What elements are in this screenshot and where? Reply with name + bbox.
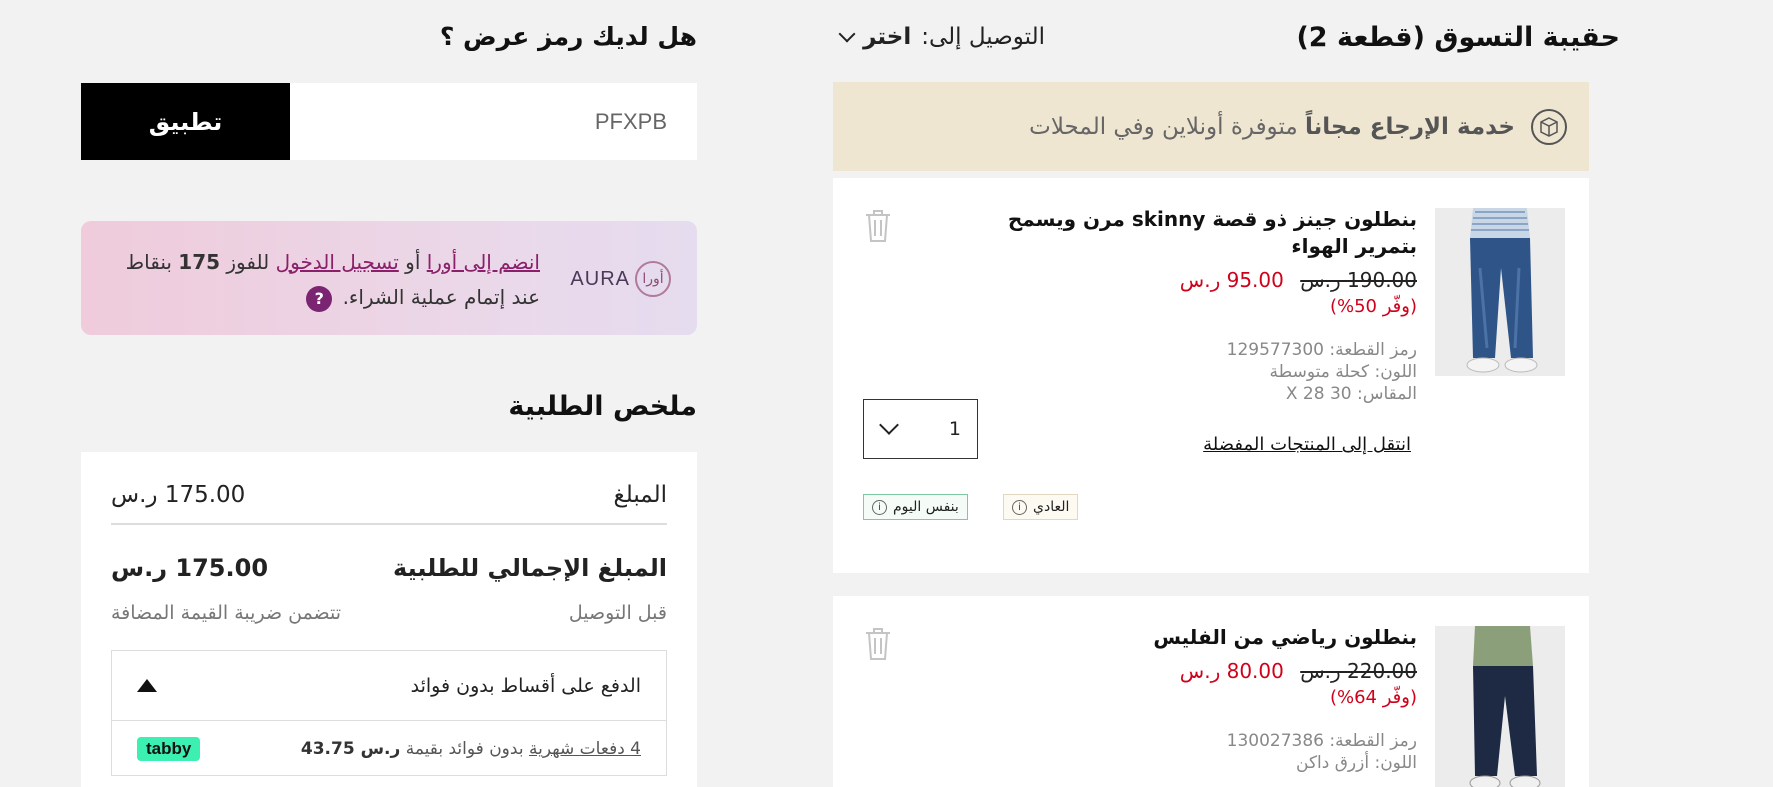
aura-logo: AURA أورا — [570, 261, 671, 297]
product-info: بنطلون جينز ذو قصة skinny مرن ويسمح بتمر… — [997, 206, 1417, 405]
amount-row: المبلغ 175.00 ر.س — [111, 482, 667, 508]
help-icon[interactable]: ? — [306, 285, 333, 312]
product-color: اللون: كحلة متوسطة — [1269, 362, 1417, 382]
aura-text-win: للفوز — [226, 250, 270, 274]
shipping-same-day-badge[interactable]: بنفس اليوم i — [863, 494, 968, 520]
total-label: المبلغ الإجمالي للطلبية — [393, 554, 667, 582]
price-line: 220.00 ر.س 80.00 ر.س — [997, 659, 1417, 683]
vat-note: تتضمن ضريبة القيمة المضافة — [111, 602, 342, 624]
product-meta: رمز القطعة: 129577300 اللون: كحلة متوسطة… — [997, 339, 1417, 405]
tabby-description: 4 دفعات شهرية بدون فوائد بقيمة ر.س 43.75 — [301, 739, 641, 759]
product-color: اللون: أزرق داكن — [1296, 753, 1417, 773]
promo-code-input[interactable] — [290, 83, 697, 160]
delivery-location-selector[interactable]: التوصيل إلى: اختر — [838, 24, 1045, 50]
product-size: المقاس: 30 X 28 — [1285, 384, 1417, 404]
deliver-value: اختر — [863, 24, 912, 50]
aura-login-link[interactable]: تسجيل الدخول — [276, 250, 399, 274]
chevron-down-icon — [838, 25, 856, 43]
old-price: 190.00 ر.س — [1300, 268, 1417, 292]
info-icon: i — [1012, 499, 1027, 515]
divider — [111, 523, 667, 525]
installments-label: الدفع على أقساط بدون فوائد — [410, 674, 641, 697]
quantity-value: 1 — [948, 418, 961, 440]
aura-join-link[interactable]: انضم إلى أورا — [427, 250, 540, 274]
return-message: خدمة الإرجاع مجاناً متوفرة أونلاين وفي ا… — [1029, 114, 1515, 140]
product-name[interactable]: بنطلون رياضي من الفليس — [997, 624, 1417, 651]
product-image[interactable] — [1435, 208, 1565, 376]
discount-badge: (وفّر 64%) — [1329, 687, 1417, 708]
installments-panel: الدفع على أقساط بدون فوائد 4 دفعات شهرية… — [111, 650, 667, 776]
shipping-standard-badge[interactable]: العادي i — [1003, 494, 1079, 520]
aura-logo-mark: أورا — [635, 261, 671, 297]
price-line: 190.00 ر.س 95.00 ر.س — [997, 268, 1417, 292]
shipping-same-day-label: بنفس اليوم — [893, 499, 959, 515]
order-summary-title: ملخص الطلبية — [508, 391, 697, 422]
new-price: 95.00 ر.س — [1179, 268, 1284, 292]
return-text: متوفرة أونلاين وفي المحلات — [1029, 113, 1298, 140]
aura-text-line2: عند إتمام عملية الشراء. — [342, 285, 540, 309]
tabby-logo: tabby — [137, 737, 201, 761]
order-summary: المبلغ 175.00 ر.س المبلغ الإجمالي للطلبي… — [81, 452, 697, 787]
shipping-standard-label: العادي — [1033, 499, 1070, 515]
total-value: 175.00 ر.س — [111, 554, 269, 582]
tabby-link[interactable]: 4 دفعات شهرية — [529, 739, 641, 759]
caret-up-icon — [137, 679, 157, 692]
trash-icon[interactable] — [863, 208, 893, 244]
cart-item: بنطلون جينز ذو قصة skinny مرن ويسمح بتمر… — [833, 178, 1589, 573]
aura-text-points: بنقاط — [125, 250, 172, 274]
promo-code-form: تطبيق — [81, 83, 697, 160]
quantity-select[interactable]: 1 — [863, 399, 978, 459]
trash-icon[interactable] — [863, 626, 893, 662]
tabby-option: 4 دفعات شهرية بدون فوائد بقيمة ر.س 43.75… — [112, 721, 666, 777]
before-delivery-note: قبل التوصيل — [568, 602, 667, 624]
product-sku: رمز القطعة: 129577300 — [1226, 340, 1417, 360]
amount-label: المبلغ — [613, 482, 668, 508]
box-icon — [1531, 108, 1567, 145]
deliver-label: التوصيل إلى: — [921, 24, 1045, 50]
free-return-banner: خدمة الإرجاع مجاناً متوفرة أونلاين وفي ا… — [833, 82, 1589, 171]
aura-or: أو — [405, 250, 421, 274]
info-icon: i — [872, 499, 887, 515]
product-sku: رمز القطعة: 130027386 — [1226, 731, 1417, 751]
chevron-down-icon — [879, 415, 899, 435]
cart-item: بنطلون رياضي من الفليس 220.00 ر.س 80.00 … — [833, 596, 1589, 787]
discount-badge: (وفّر 50%) — [1329, 296, 1417, 317]
old-price: 220.00 ر.س — [1300, 659, 1417, 683]
return-bold: خدمة الإرجاع مجاناً — [1305, 113, 1515, 140]
shopping-bag-title: حقيبة التسوق (قطعة 2) — [1296, 22, 1620, 53]
amount-value: 175.00 ر.س — [111, 482, 246, 508]
aura-loyalty-banner: AURA أورا انضم إلى أورا أو تسجيل الدخول … — [81, 221, 697, 335]
move-to-favorites-link[interactable]: انتقل إلى المنتجات المفضلة — [1203, 434, 1411, 455]
installments-toggle[interactable]: الدفع على أقساط بدون فوائد — [112, 651, 666, 721]
total-row: المبلغ الإجمالي للطلبية 175.00 ر.س — [111, 554, 667, 582]
tabby-text: بدون فوائد بقيمة — [405, 739, 524, 759]
aura-message: انضم إلى أورا أو تسجيل الدخول للفوز 175 … — [110, 245, 540, 315]
new-price: 80.00 ر.س — [1179, 659, 1284, 683]
apply-button[interactable]: تطبيق — [81, 83, 290, 160]
product-meta: رمز القطعة: 130027386 اللون: أزرق داكن — [997, 730, 1417, 774]
promo-title: هل لديك رمز عرض ؟ — [439, 22, 697, 51]
product-image[interactable] — [1435, 626, 1565, 787]
aura-points: 175 — [178, 250, 221, 274]
product-name[interactable]: بنطلون جينز ذو قصة skinny مرن ويسمح بتمر… — [997, 206, 1417, 260]
tabby-amount: ر.س 43.75 — [300, 739, 401, 759]
total-notes-row: قبل التوصيل تتضمن ضريبة القيمة المضافة — [111, 602, 667, 624]
aura-logo-text: AURA — [570, 267, 630, 290]
product-info: بنطلون رياضي من الفليس 220.00 ر.س 80.00 … — [997, 624, 1417, 774]
